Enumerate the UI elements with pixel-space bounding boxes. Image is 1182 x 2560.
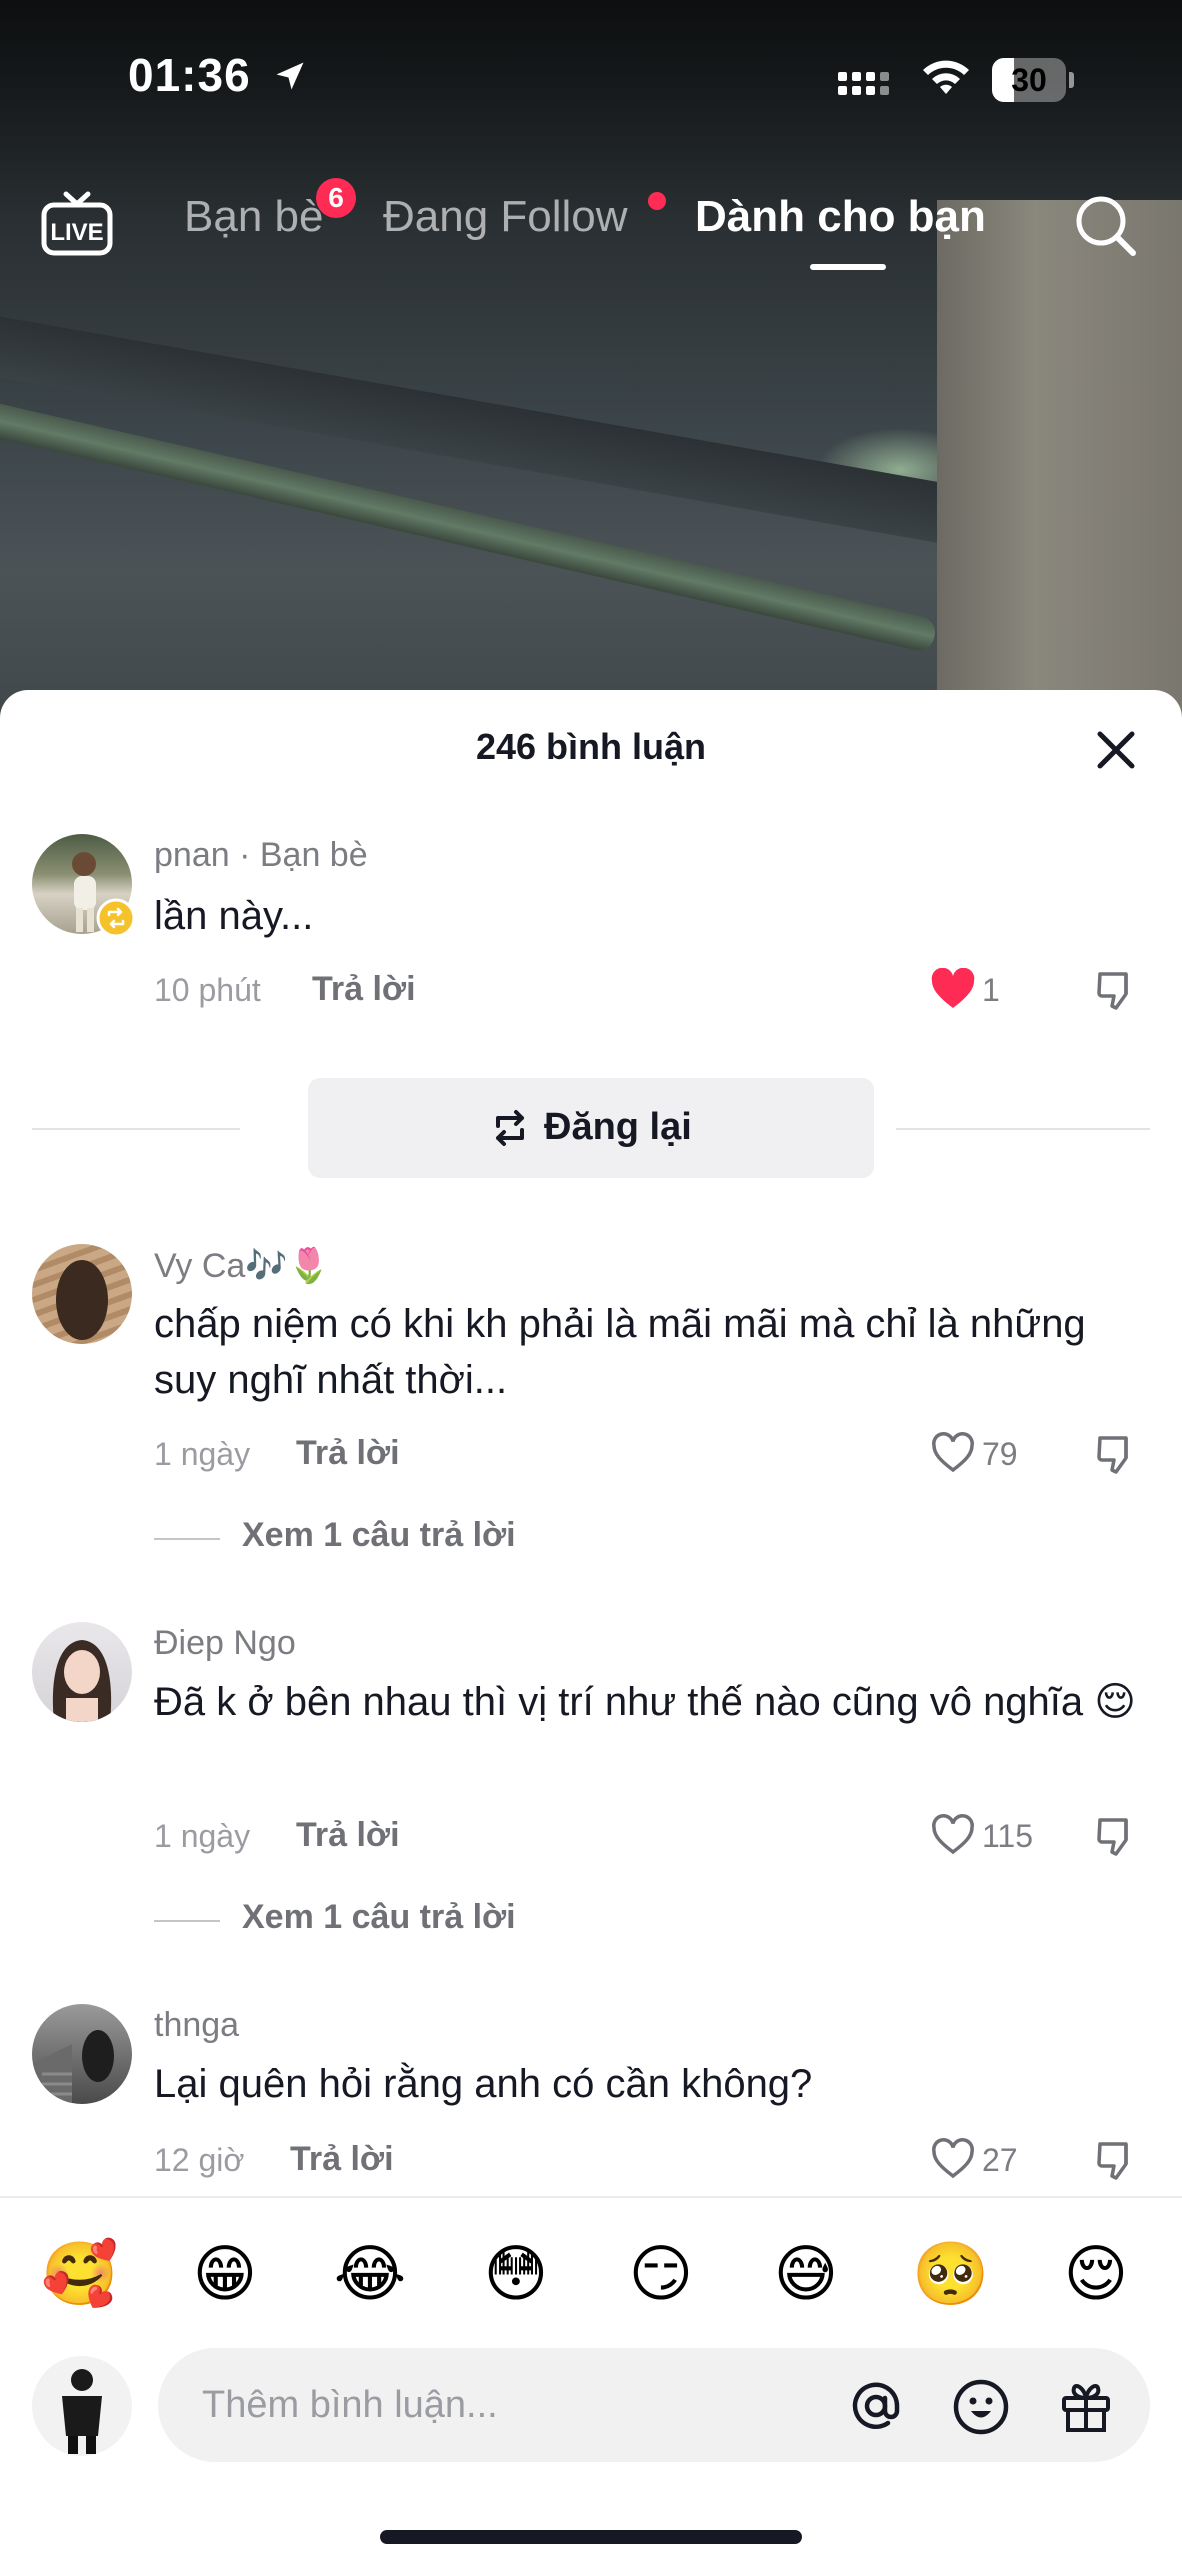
active-tab-indicator [810,264,886,270]
avatar[interactable] [32,1244,132,1344]
comment-time: 1 ngày [154,1818,251,1854]
following-dot-badge [648,192,666,210]
heart-icon[interactable] [930,2138,976,2180]
search-icon[interactable] [1070,190,1140,260]
emoji-smirk[interactable]: 😏 [621,2234,701,2314]
avatar-figure [52,1640,112,1722]
home-indicator[interactable] [380,2530,802,2544]
avatar-figure [32,2030,114,2104]
status-bar: 01:36 30 [0,0,1182,160]
location-arrow-icon [276,62,304,90]
avatar[interactable] [32,1622,132,1722]
like-count: 79 [982,1436,1018,1472]
comment-input-placeholder: Thêm bình luận... [202,2384,498,2426]
close-icon[interactable] [1090,724,1142,776]
comment-time: 10 phút [154,972,261,1008]
comment-text: lần này... [154,894,314,938]
comment-time: 12 giờ [154,2142,245,2178]
divider [896,1128,1150,1130]
emoji-icon[interactable] [952,2378,1010,2436]
dislike-icon[interactable] [1094,2138,1138,2182]
reply-button[interactable]: Trả lời [296,1816,400,1855]
my-avatar-figure [62,2369,102,2454]
emoji-grin[interactable]: 😁 [185,2234,265,2314]
dislike-icon[interactable] [1094,1432,1138,1476]
dislike-icon[interactable] [1094,968,1138,1012]
like-count: 1 [982,972,1000,1008]
wifi-icon [923,60,969,94]
tab-for-you[interactable]: Dành cho bạn [695,192,986,242]
repost-badge-icon [96,898,136,938]
comment-username[interactable]: pnan · Bạn bè [154,836,368,875]
tab-following[interactable]: Đang Follow [383,192,628,242]
my-avatar[interactable] [32,2356,132,2456]
comment-text: chấp niệm có khi kh phải là mãi mãi mà c… [154,1302,1086,1402]
repost-button[interactable]: Đăng lại [308,1078,874,1178]
heart-icon[interactable] [930,1814,976,1856]
repost-label: Đăng lại [544,1106,692,1148]
repost-row: Đăng lại [0,1078,1182,1178]
video-beam [0,310,951,544]
comment-time: 1 ngày [154,1436,251,1472]
signal-icon [838,72,889,95]
comment-input[interactable]: Thêm bình luận... [158,2348,1150,2462]
reply-button[interactable]: Trả lời [296,1434,400,1473]
emoji-tears-of-joy[interactable]: 😂 [330,2234,410,2314]
avatar-figure [56,1260,108,1340]
view-replies-label: Xem 1 câu trả lời [242,1898,516,1936]
emoji-pleading[interactable]: 🥺 [911,2234,991,2314]
avatar[interactable] [32,2004,132,2104]
heart-icon[interactable] [930,968,976,1010]
reply-button[interactable]: Trả lời [312,970,416,1009]
comment-text: Lại quên hỏi rằng anh có cần không? [154,2062,813,2106]
like-count: 27 [982,2142,1018,2178]
comment-composer: 🥰 😁 😂 😳 😏 😅 🥺 😌 Thêm bình luận... [0,2196,1182,2560]
tab-friends[interactable]: Bạn bè [184,192,323,242]
dislike-icon[interactable] [1094,1814,1138,1858]
comment-username[interactable]: thnga [154,2006,239,2045]
view-replies-label: Xem 1 câu trả lời [242,1516,516,1554]
battery-level-text: 30 [1011,62,1047,98]
emoji-smiling-hearts[interactable]: 🥰 [40,2234,120,2314]
like-count: 115 [982,1818,1034,1854]
friends-badge: 6 [316,178,356,218]
reply-thread-line [154,1920,220,1922]
emoji-relieved[interactable]: 😌 [1056,2234,1136,2314]
at-icon[interactable] [848,2378,904,2434]
emoji-sweat-smile[interactable]: 😅 [766,2234,846,2314]
battery-tip [1069,72,1074,88]
live-icon[interactable]: LIVE [40,188,114,258]
video-wall [937,200,1182,760]
comment-username[interactable]: Điep Ngo [154,1624,296,1663]
gift-icon[interactable] [1056,2376,1116,2436]
reply-thread-line [154,1538,220,1540]
repost-icon [496,1110,524,1146]
top-nav: LIVE Bạn bè 6 Đang Follow Dành cho bạn [0,170,1182,280]
status-time: 01:36 [128,49,251,101]
battery-body: 30 [992,58,1066,102]
comment-text: Đã k ở bên nhau thì vị trí như thế nào c… [154,1680,1136,1724]
comment-username[interactable]: Vy Ca🎶🌷 [154,1246,330,1286]
reply-button[interactable]: Trả lời [290,2140,394,2179]
comments-count-title: 246 bình luận [475,726,707,767]
svg-text:LIVE: LIVE [50,219,103,246]
heart-icon[interactable] [930,1432,976,1474]
emoji-flushed[interactable]: 😳 [476,2234,556,2314]
battery-icon: 30 [992,58,1074,102]
divider [32,1128,240,1130]
